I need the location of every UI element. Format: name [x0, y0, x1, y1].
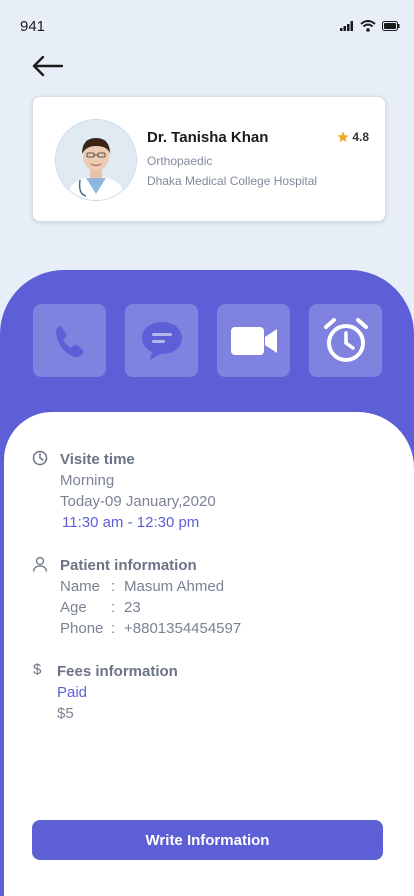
fees-info-title: Fees information [57, 663, 178, 680]
patient-phone-sep: : [111, 620, 116, 637]
fees-amount: $5 [57, 705, 74, 722]
patient-name-value: Masum Ahmed [124, 578, 225, 595]
doctor-rating: 4.8 [337, 130, 369, 144]
status-bar: 941 [0, 0, 414, 52]
write-information-button[interactable]: Write Information [32, 820, 383, 860]
star-icon [337, 131, 349, 142]
user-icon [32, 556, 48, 572]
patient-age-label: Age [60, 599, 87, 616]
visit-time-range: 11:30 am - 12:30 pm [62, 514, 200, 531]
fees-status: Paid [57, 684, 88, 701]
visit-period: Morning [60, 472, 115, 489]
wifi-icon [360, 20, 376, 32]
dollar-icon: $ [33, 661, 42, 678]
chat-button[interactable] [125, 304, 198, 377]
patient-name-label: Name [60, 578, 101, 595]
video-icon [230, 326, 277, 355]
visit-date: Today-09 January,2020 [60, 493, 216, 510]
back-button[interactable] [30, 52, 66, 80]
visit-time-title: Visite time [60, 451, 135, 468]
doctor-hospital: Dhaka Medical College Hospital [147, 174, 318, 188]
chat-icon [141, 321, 182, 360]
clock-icon [32, 450, 48, 466]
battery-icon [382, 21, 400, 31]
alarm-icon [323, 317, 368, 362]
signal-icon [340, 21, 353, 31]
doctor-card[interactable]: Dr. Tanisha Khan Orthopaedic Dhaka Medic… [32, 96, 386, 222]
patient-age-value: 23 [124, 599, 141, 616]
arrow-left-icon [32, 55, 64, 77]
patient-phone-label: Phone [60, 620, 104, 637]
status-time: 941 [20, 18, 46, 35]
patient-name-sep: : [111, 578, 116, 595]
status-icons [340, 20, 400, 32]
patient-age-sep: : [111, 599, 116, 616]
patient-info-title: Patient information [60, 557, 197, 574]
doctor-specialty: Orthopaedic [147, 154, 213, 168]
rating-value: 4.8 [352, 130, 369, 144]
doctor-avatar [55, 119, 137, 201]
call-button[interactable] [33, 304, 106, 377]
phone-icon [55, 325, 83, 357]
patient-phone-value: +8801354454597 [124, 620, 242, 637]
video-call-button[interactable] [217, 304, 290, 377]
reminder-button[interactable] [309, 304, 382, 377]
doctor-name: Dr. Tanisha Khan [147, 129, 269, 146]
